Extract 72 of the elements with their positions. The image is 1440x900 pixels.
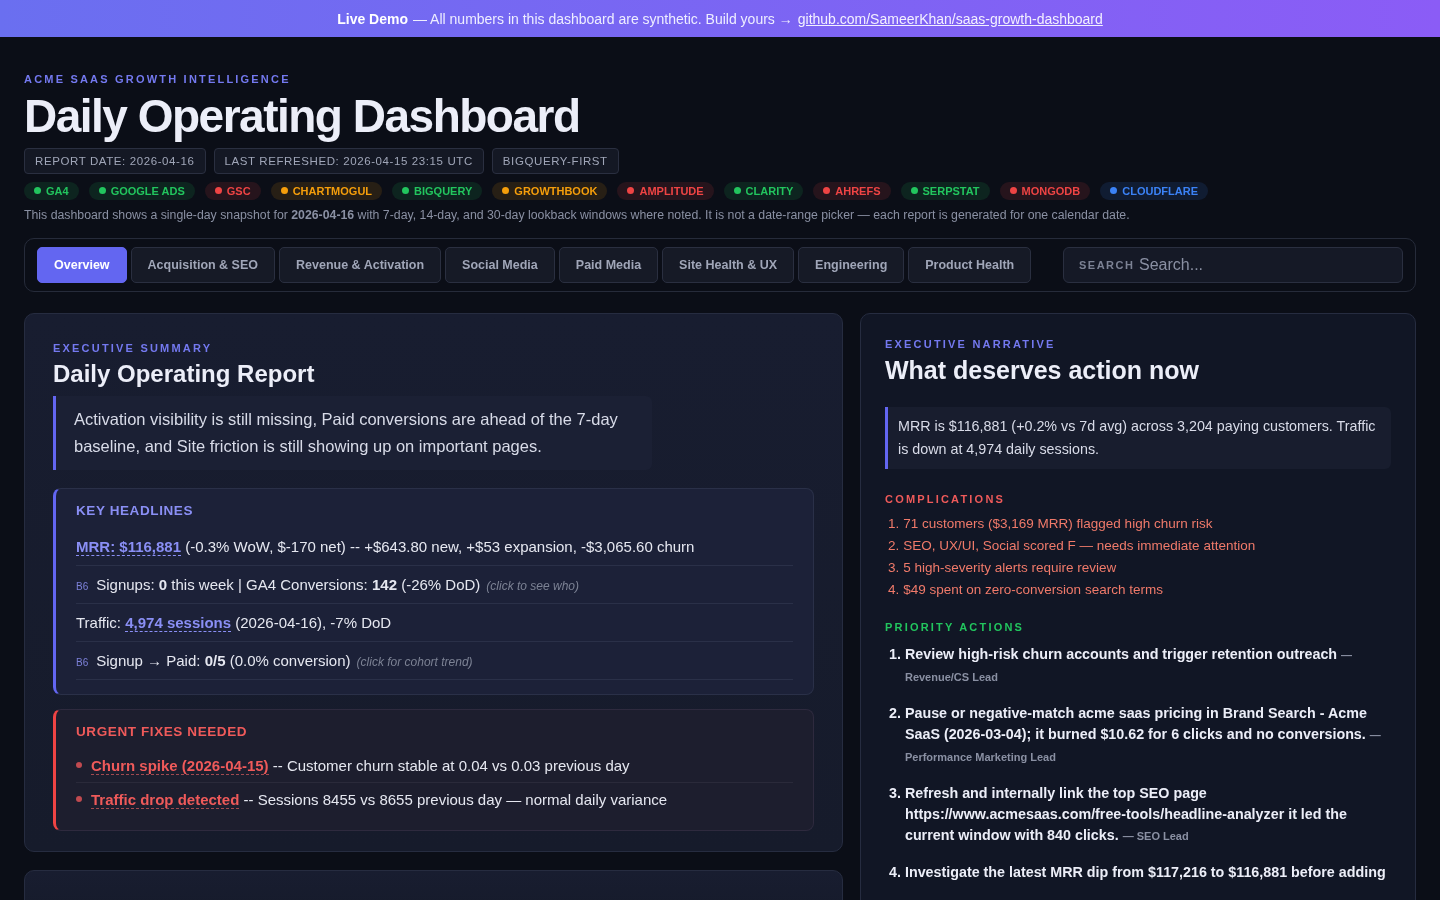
hint-text[interactable]: (click for cohort trend) (356, 654, 473, 669)
hint-text[interactable]: (click to see who) (486, 578, 580, 593)
headline-text: Signup → Paid: 0/5 (0.0% conversion) (96, 651, 351, 669)
bullet-icon (76, 762, 82, 769)
source-chip: GOOGLE ADS (88, 181, 195, 200)
meta-chip: REPORT DATE: 2026-04-16 (24, 147, 206, 174)
alert-text: Traffic drop detected -- Sessions 8455 vs 8655 previous day — normal daily variance (91, 790, 668, 808)
panel-title: KEY HEADLINES (76, 502, 195, 518)
list-number: 2. (888, 536, 900, 555)
source-chip: AMPLITUDE (617, 181, 714, 200)
list-number: 4. (888, 580, 900, 599)
nav-tab[interactable]: Revenue & Activation (279, 246, 442, 283)
nav-tab[interactable]: Overview (37, 246, 127, 283)
alert-text: Churn spike (2026-04-15) -- Customer churn stable at 0.04 vs 0.03 previous day (91, 756, 630, 774)
nav-tab[interactable]: Engineering (798, 246, 905, 283)
list-number: 4. (889, 862, 901, 882)
complication-text: 5 high-severity alerts require review (903, 558, 1117, 577)
section-label: EXECUTIVE NARRATIVE (885, 337, 1057, 350)
metric-link[interactable]: MRR: $116,881 (76, 537, 182, 556)
nav-tab[interactable]: Paid Media (558, 246, 659, 283)
source-chip: GROWTHBOOK (492, 181, 608, 200)
panel-title: URGENT FIXES NEEDED (76, 723, 249, 739)
situation-text: MRR is $116,881 (+0.2% vs 7d avg) across 3,204 paying customers. Traffic is down at 4,974 daily sessions. (885, 406, 1391, 469)
meta-chip: LAST REFRESHED: 2026-04-15 23:15 UTC (213, 147, 484, 174)
list-number: 1. (888, 514, 900, 533)
action-text: Investigate the latest MRR dip from $117,216 to $116,881 before adding (904, 862, 1387, 882)
meta-chip: BIGQUERY-FIRST (491, 147, 619, 174)
nav-tab[interactable]: Product Health (908, 246, 1032, 283)
eyebrow-label: ACME SAAS GROWTH INTELLIGENCE (24, 73, 292, 85)
card-title: What deserves action now (885, 355, 1200, 385)
complication-text: SEO, UX/UI, Social scored F — needs immediate attention (903, 536, 1256, 555)
card-title: Daily Operating Report (53, 359, 316, 388)
nav-tab[interactable]: Site Health & UX (662, 246, 795, 283)
repo-link[interactable]: github.com/SameerKhan/saas-growth-dashboard (797, 10, 1103, 27)
section-label: EXECUTIVE SUMMARY (53, 341, 214, 354)
action-text: Refresh and internally link the top SEO page https://www.acmesaas.com/free-tools/headline-analyzer it led the current window with 840 clicks. — SEO Lead (904, 783, 1348, 845)
headline-text: Traffic: 4,974 sessions (2026-04-16), -7% DoD (76, 613, 392, 631)
nav-tab[interactable]: Social Media (445, 246, 555, 283)
tag-label: B6 (76, 580, 89, 592)
banner-label: Live Demo (337, 10, 408, 27)
source-chip: SERPSTAT (900, 181, 990, 200)
summary-quote: Activation visibility is still missing, Paid conversions are ahead of the 7-day baseline, and Site friction is still showing up on important pages. (53, 395, 652, 470)
headline-text: MRR: $116,881 (-0.3% WoW, $-170 net) -- +$643.80 new, +$53 expansion, -$3,065.60 churn (76, 537, 695, 555)
source-chip: GSC (204, 181, 261, 200)
complication-text: 71 customers ($3,169 MRR) flagged high churn risk (903, 514, 1213, 533)
action-text: Pause or negative-match acme saas pricing in Brand Search - Acme SaaS (2026-03-04); it burned $10.62 for 6 clicks and no conversions. — Performance Marketing Lead (904, 703, 1382, 765)
nav-tab[interactable]: Acquisition & SEO (130, 246, 276, 283)
source-chip: MONGODB (999, 181, 1091, 200)
action-text: Review high-risk churn accounts and trigger retention outreach — Revenue/CS Lead (904, 644, 1354, 685)
banner-text: — All numbers in this dashboard are synthetic. Build yours → (413, 10, 793, 27)
section-label: COMPLICATIONS (885, 492, 1007, 505)
metric-link[interactable]: 4,974 sessions (125, 613, 232, 632)
source-chip: CHARTMOGUL (270, 181, 383, 200)
bullet-icon (76, 796, 82, 803)
snapshot-note: This dashboard shows a single-day snapshot for 2026-04-16 with 7-day, 14-day, and 30-day lookback windows where noted. It is not a date-range picker — each report is generated for one calendar date. (24, 207, 1131, 222)
alert-link[interactable]: Churn spike (2026-04-15) (91, 756, 269, 775)
list-number: 2. (889, 703, 901, 723)
source-chip: BIGQUERY (392, 181, 483, 200)
source-chip: CLOUDFLARE (1100, 181, 1208, 200)
complication-text: $49 spent on zero-conversion search terms (903, 580, 1163, 599)
search-label: SEARCH (1079, 258, 1135, 271)
alert-link[interactable]: Traffic drop detected (91, 790, 240, 809)
list-number: 3. (889, 783, 901, 803)
list-number: 3. (888, 558, 900, 577)
source-chip: CLARITY (723, 181, 804, 200)
page-title: Daily Operating Dashboard (24, 91, 581, 142)
list-number: 1. (889, 644, 901, 664)
section-label: PRIORITY ACTIONS (885, 620, 1026, 633)
headline-text: Signups: 0 this week | GA4 Conversions: 142 (-26% DoD) (96, 575, 481, 593)
source-chip: GA4 (24, 181, 79, 200)
source-chip: AHREFS (813, 181, 891, 200)
tag-label: B6 (76, 656, 89, 668)
